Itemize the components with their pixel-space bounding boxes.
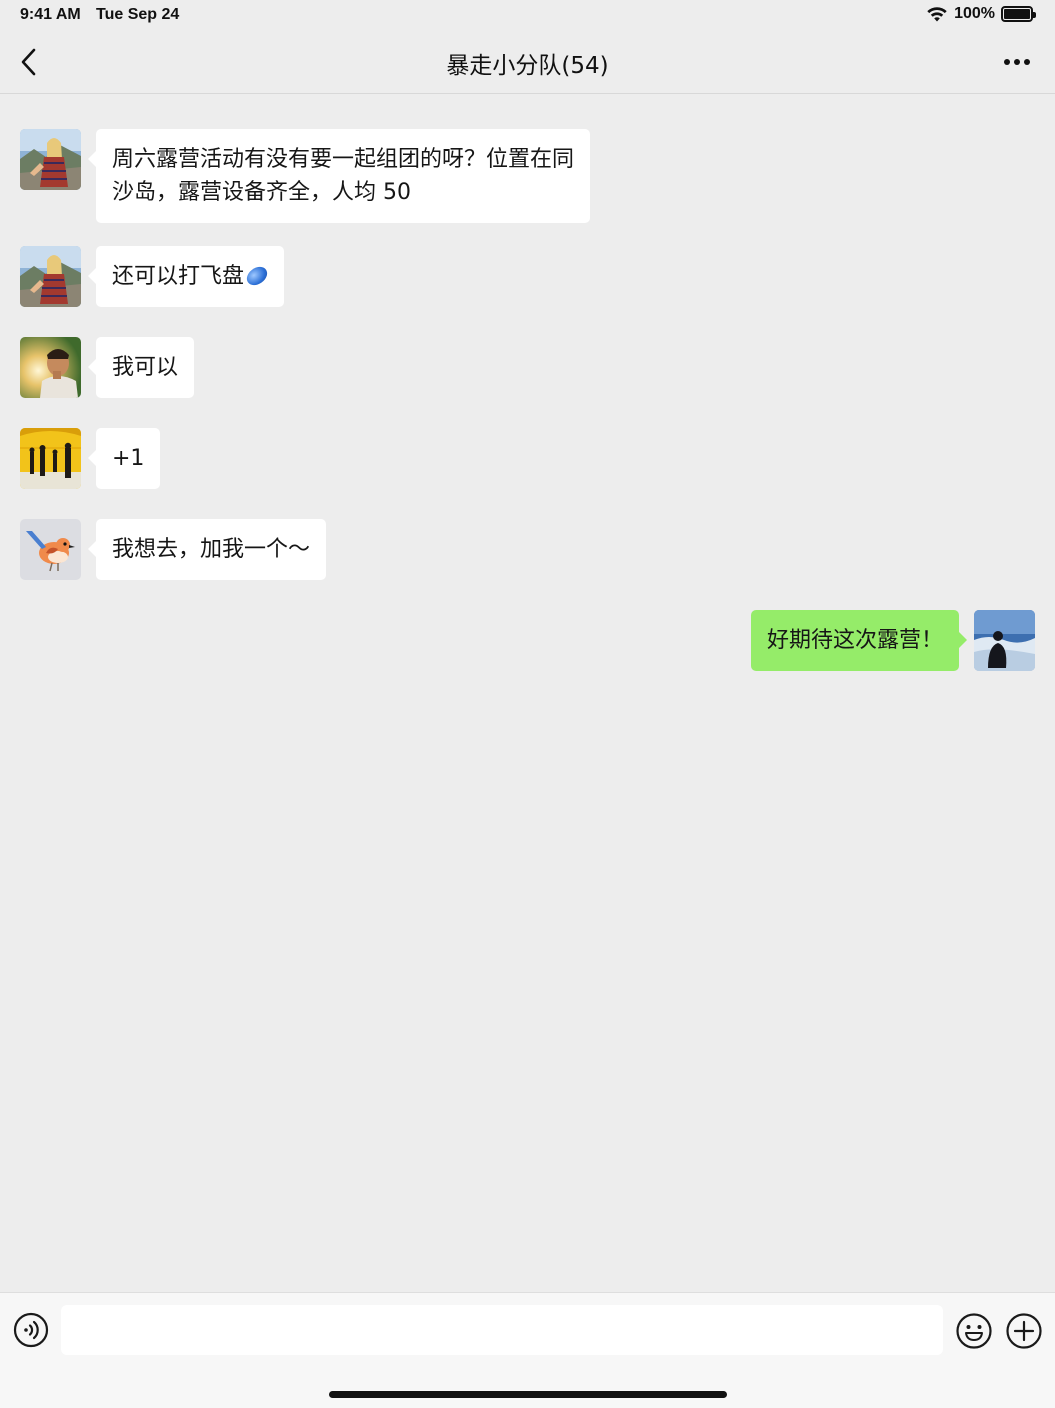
man-sunlight-photo <box>20 337 81 398</box>
avatar[interactable] <box>20 428 81 489</box>
message-item: 我想去，加我一个～ <box>20 519 327 580</box>
message-item-self: 好期待这次露营！ <box>750 610 1035 671</box>
message-item: 我可以 <box>20 337 195 398</box>
status-bar: 9:41 AM Tue Sep 24 100% <box>0 0 1055 32</box>
message-text-line: 沙岛，露营设备齐全，人均 50 <box>112 180 411 205</box>
person-seaside-photo <box>974 610 1035 671</box>
battery-icon <box>1001 6 1036 22</box>
message-text: 我可以 <box>112 355 179 380</box>
message-item: 还可以打飞盘 <box>20 246 285 307</box>
emoji-button[interactable] <box>955 1312 993 1350</box>
message-bubble[interactable]: 周六露营活动有没有要一起组团的呀？位置在同 沙岛，露营设备齐全，人均 50 <box>87 129 591 223</box>
message-text: 好期待这次露营！ <box>766 628 943 653</box>
input-bar <box>0 1292 1055 1408</box>
plus-button[interactable] <box>1005 1312 1043 1350</box>
woman-hiking-photo <box>20 129 81 190</box>
message-bubble[interactable]: +1 <box>87 428 161 489</box>
battery-percent: 100% <box>954 5 995 22</box>
ellipsis-icon <box>1004 59 1030 65</box>
message-bubble[interactable]: 我想去，加我一个～ <box>87 519 327 580</box>
nav-bar: 暴走小分队(54) <box>0 32 1055 94</box>
avatar[interactable] <box>20 337 81 398</box>
message-text-line: 周六露营活动有没有要一起组团的呀？位置在同 <box>112 147 575 172</box>
message-bubble[interactable]: 还可以打飞盘 <box>87 246 285 307</box>
home-indicator[interactable] <box>329 1391 727 1398</box>
message-text: 我想去，加我一个～ <box>112 537 311 562</box>
message-input[interactable] <box>61 1305 943 1355</box>
message-text: 还可以打飞盘 <box>112 264 245 289</box>
voice-icon <box>13 1312 49 1348</box>
chat-title: 暴走小分队(54) <box>446 53 609 79</box>
avatar[interactable] <box>20 129 81 190</box>
woman-hiking-photo <box>20 246 81 307</box>
yellow-tunnel-photo <box>20 428 81 489</box>
avatar[interactable] <box>20 519 81 580</box>
avatar[interactable] <box>20 246 81 307</box>
message-item: +1 <box>20 428 161 489</box>
battery-level <box>1004 9 1030 19</box>
message-list[interactable]: 周六露营活动有没有要一起组团的呀？位置在同 沙岛，露营设备齐全，人均 50 还可… <box>0 94 1055 1292</box>
frisbee-emoji-icon <box>243 263 271 289</box>
avatar-self[interactable] <box>974 610 1035 671</box>
message-item: 周六露营活动有没有要一起组团的呀？位置在同 沙岛，露营设备齐全，人均 50 <box>20 129 591 223</box>
status-indicators: 100% <box>926 5 1036 23</box>
voice-button[interactable] <box>13 1312 49 1348</box>
bird-illustration <box>20 519 81 580</box>
plus-circle-icon <box>1006 1313 1042 1349</box>
message-text: +1 <box>112 446 145 471</box>
wifi-icon <box>927 7 947 22</box>
more-button[interactable] <box>999 50 1035 74</box>
status-time: 9:41 AM <box>20 6 81 23</box>
status-date: Tue Sep 24 <box>96 6 180 23</box>
emoji-icon <box>956 1313 992 1349</box>
message-bubble-self[interactable]: 好期待这次露营！ <box>750 610 968 671</box>
message-bubble[interactable]: 我可以 <box>87 337 195 398</box>
